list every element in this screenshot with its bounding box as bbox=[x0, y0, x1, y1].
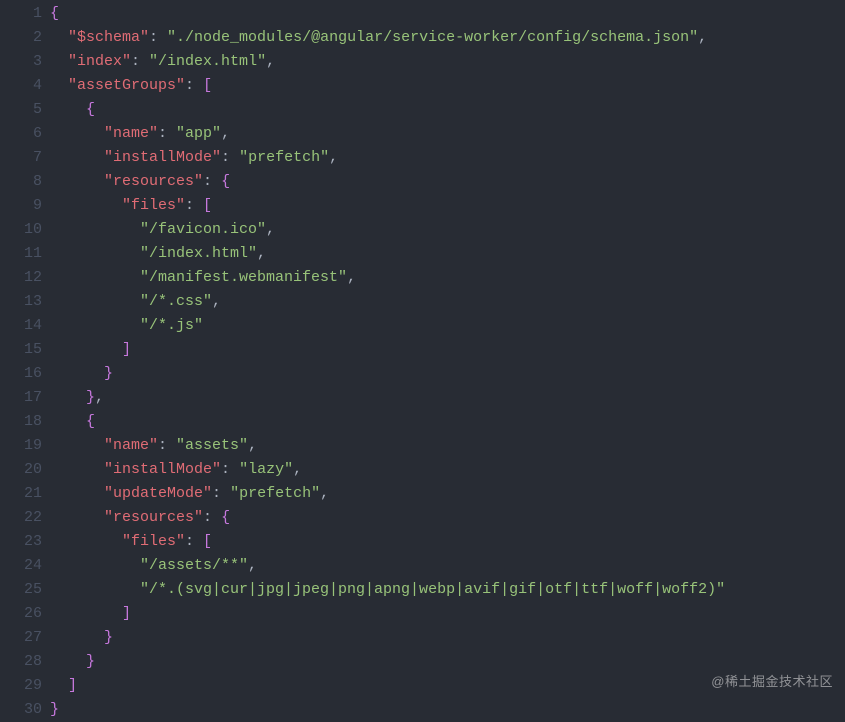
line-number: 28 bbox=[0, 650, 42, 674]
code-content[interactable]: { "$schema": "./node_modules/@angular/se… bbox=[50, 0, 725, 718]
line-number: 16 bbox=[0, 362, 42, 386]
code-line: "name": "assets", bbox=[50, 434, 725, 458]
line-number: 19 bbox=[0, 434, 42, 458]
line-number: 9 bbox=[0, 194, 42, 218]
code-line: } bbox=[50, 626, 725, 650]
code-line: "/*.(svg|cur|jpg|jpeg|png|apng|webp|avif… bbox=[50, 578, 725, 602]
line-number: 14 bbox=[0, 314, 42, 338]
line-number: 10 bbox=[0, 218, 42, 242]
code-line: "installMode": "prefetch", bbox=[50, 146, 725, 170]
line-number: 23 bbox=[0, 530, 42, 554]
line-number: 17 bbox=[0, 386, 42, 410]
code-line: "/assets/**", bbox=[50, 554, 725, 578]
line-number: 6 bbox=[0, 122, 42, 146]
line-number: 18 bbox=[0, 410, 42, 434]
code-line: "resources": { bbox=[50, 170, 725, 194]
line-number: 8 bbox=[0, 170, 42, 194]
code-line: "updateMode": "prefetch", bbox=[50, 482, 725, 506]
line-number-gutter: 1234567891011121314151617181920212223242… bbox=[0, 0, 50, 718]
line-number: 21 bbox=[0, 482, 42, 506]
code-line: "installMode": "lazy", bbox=[50, 458, 725, 482]
code-line: "/favicon.ico", bbox=[50, 218, 725, 242]
line-number: 24 bbox=[0, 554, 42, 578]
line-number: 30 bbox=[0, 698, 42, 722]
code-line: { bbox=[50, 410, 725, 434]
line-number: 1 bbox=[0, 2, 42, 26]
code-line: "index": "/index.html", bbox=[50, 50, 725, 74]
code-line: } bbox=[50, 362, 725, 386]
code-line: "/manifest.webmanifest", bbox=[50, 266, 725, 290]
code-line: } bbox=[50, 698, 725, 722]
code-line: "files": [ bbox=[50, 530, 725, 554]
line-number: 22 bbox=[0, 506, 42, 530]
line-number: 3 bbox=[0, 50, 42, 74]
code-line: { bbox=[50, 98, 725, 122]
code-line: ] bbox=[50, 674, 725, 698]
code-line: "assetGroups": [ bbox=[50, 74, 725, 98]
code-line: "name": "app", bbox=[50, 122, 725, 146]
line-number: 4 bbox=[0, 74, 42, 98]
code-line: "/*.css", bbox=[50, 290, 725, 314]
code-line: { bbox=[50, 2, 725, 26]
code-line: "/index.html", bbox=[50, 242, 725, 266]
line-number: 13 bbox=[0, 290, 42, 314]
line-number: 2 bbox=[0, 26, 42, 50]
code-line: ] bbox=[50, 602, 725, 626]
code-line: }, bbox=[50, 386, 725, 410]
line-number: 26 bbox=[0, 602, 42, 626]
code-line: "resources": { bbox=[50, 506, 725, 530]
code-line: ] bbox=[50, 338, 725, 362]
line-number: 27 bbox=[0, 626, 42, 650]
line-number: 7 bbox=[0, 146, 42, 170]
code-line: "/*.js" bbox=[50, 314, 725, 338]
line-number: 29 bbox=[0, 674, 42, 698]
line-number: 25 bbox=[0, 578, 42, 602]
code-line: "files": [ bbox=[50, 194, 725, 218]
line-number: 20 bbox=[0, 458, 42, 482]
line-number: 5 bbox=[0, 98, 42, 122]
code-line: "$schema": "./node_modules/@angular/serv… bbox=[50, 26, 725, 50]
line-number: 12 bbox=[0, 266, 42, 290]
line-number: 11 bbox=[0, 242, 42, 266]
line-number: 15 bbox=[0, 338, 42, 362]
code-line: } bbox=[50, 650, 725, 674]
code-editor: 1234567891011121314151617181920212223242… bbox=[0, 0, 845, 718]
